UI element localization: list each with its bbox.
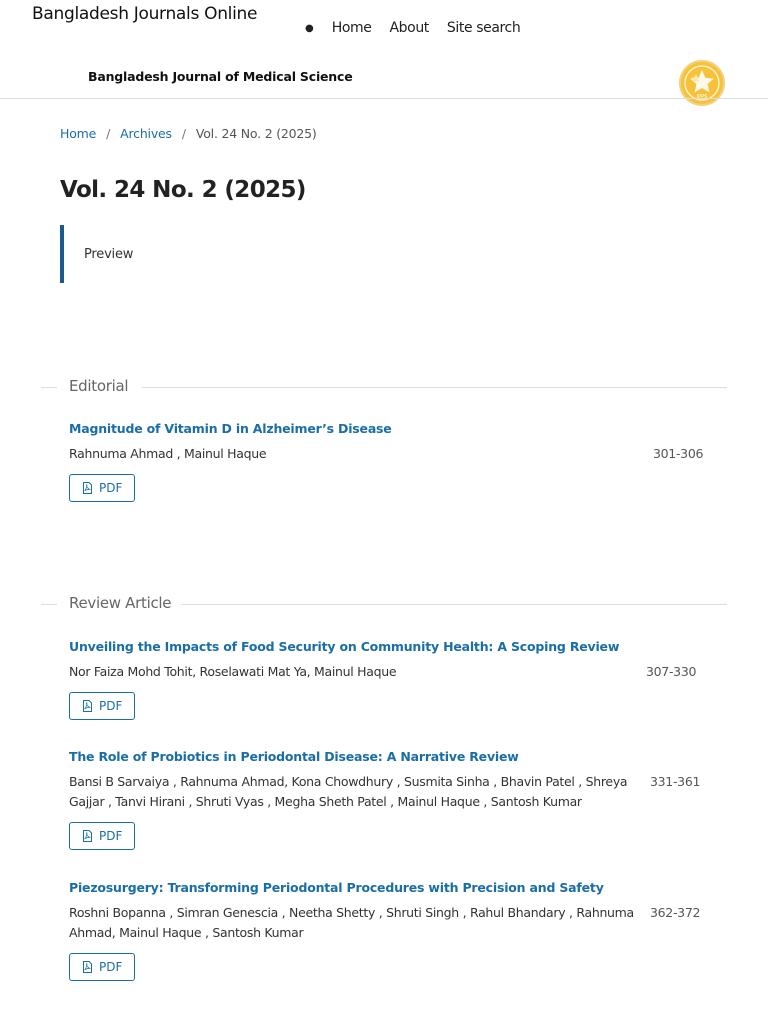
nav-about-link[interactable]: About xyxy=(389,20,429,36)
page-title: Vol. 24 No. 2 (2025) xyxy=(60,177,306,203)
header-divider xyxy=(0,98,768,99)
issue-preview: Preview xyxy=(60,225,360,283)
top-nav: ● Home About Site search xyxy=(305,20,538,36)
article-item: Magnitude of Vitamin D in Alzheimer’s Di… xyxy=(69,421,709,502)
breadcrumb-separator: / xyxy=(181,126,186,141)
site-name[interactable]: Bangladesh Journals Online xyxy=(32,4,257,24)
section-divider xyxy=(41,387,57,388)
section-label: Review Article xyxy=(69,594,172,612)
article-title-link[interactable]: Piezosurgery: Transforming Periodontal P… xyxy=(69,880,709,895)
pdf-download-button[interactable]: PDF xyxy=(69,474,136,502)
pdf-file-icon xyxy=(82,830,93,842)
article-pages: 307-330 xyxy=(646,664,697,679)
breadcrumb-current: Vol. 24 No. 2 (2025) xyxy=(195,126,317,141)
article-meta: Roshni Bopanna , Simran Genescia , Neeth… xyxy=(69,903,709,943)
journal-title[interactable]: Bangladesh Journal of Medical Science xyxy=(88,69,353,84)
section-label: Editorial xyxy=(69,377,129,395)
star-badge-icon[interactable]: JPPS xyxy=(679,60,725,106)
badge-text: JPPS xyxy=(696,94,708,100)
breadcrumb-home-link[interactable]: Home xyxy=(60,126,96,141)
article-item: The Role of Probiotics in Periodontal Di… xyxy=(69,749,709,850)
breadcrumb-separator: / xyxy=(106,126,111,141)
pdf-label: PDF xyxy=(99,481,123,495)
pdf-file-icon xyxy=(82,700,93,712)
breadcrumb: Home / Archives / Vol. 24 No. 2 (2025) xyxy=(60,126,317,141)
article-authors: Roshni Bopanna , Simran Genescia , Neeth… xyxy=(69,905,634,940)
article-authors: Rahnuma Ahmad , Mainul Haque xyxy=(69,446,267,461)
preview-label: Preview xyxy=(84,247,134,262)
section-divider xyxy=(181,604,727,605)
article-meta: Bansi B Sarvaiya , Rahnuma Ahmad, Kona C… xyxy=(69,772,709,812)
pdf-label: PDF xyxy=(99,960,123,974)
article-pages: 301-306 xyxy=(653,446,704,461)
article-pages: 362-372 xyxy=(650,905,701,920)
pdf-file-icon xyxy=(82,482,93,494)
section-heading-review-article: Review Article xyxy=(0,594,768,614)
article-title-link[interactable]: The Role of Probiotics in Periodontal Di… xyxy=(69,749,709,764)
pdf-download-button[interactable]: PDF xyxy=(69,692,136,720)
pdf-download-button[interactable]: PDF xyxy=(69,822,136,850)
pdf-label: PDF xyxy=(99,829,123,843)
section-divider xyxy=(41,604,57,605)
nav-home-link[interactable]: Home xyxy=(332,20,372,36)
article-authors: Bansi B Sarvaiya , Rahnuma Ahmad, Kona C… xyxy=(69,774,628,809)
nav-site-search-link[interactable]: Site search xyxy=(447,20,521,36)
pdf-label: PDF xyxy=(99,699,123,713)
section-divider xyxy=(142,387,727,388)
bullet-icon: ● xyxy=(305,22,314,34)
pdf-file-icon xyxy=(82,961,93,973)
section-heading-editorial: Editorial xyxy=(0,377,768,397)
article-title-link[interactable]: Magnitude of Vitamin D in Alzheimer’s Di… xyxy=(69,421,709,436)
breadcrumb-archives-link[interactable]: Archives xyxy=(120,126,172,141)
article-authors: Nor Faiza Mohd Tohit, Roselawati Mat Ya,… xyxy=(69,664,397,679)
article-meta: Nor Faiza Mohd Tohit, Roselawati Mat Ya,… xyxy=(69,662,709,682)
article-item: Unveiling the Impacts of Food Security o… xyxy=(69,639,709,720)
article-title-link[interactable]: Unveiling the Impacts of Food Security o… xyxy=(69,639,709,654)
article-pages: 331-361 xyxy=(650,774,701,789)
pdf-download-button[interactable]: PDF xyxy=(69,953,136,981)
article-item: Piezosurgery: Transforming Periodontal P… xyxy=(69,880,709,981)
article-meta: Rahnuma Ahmad , Mainul Haque 301-306 xyxy=(69,444,709,464)
